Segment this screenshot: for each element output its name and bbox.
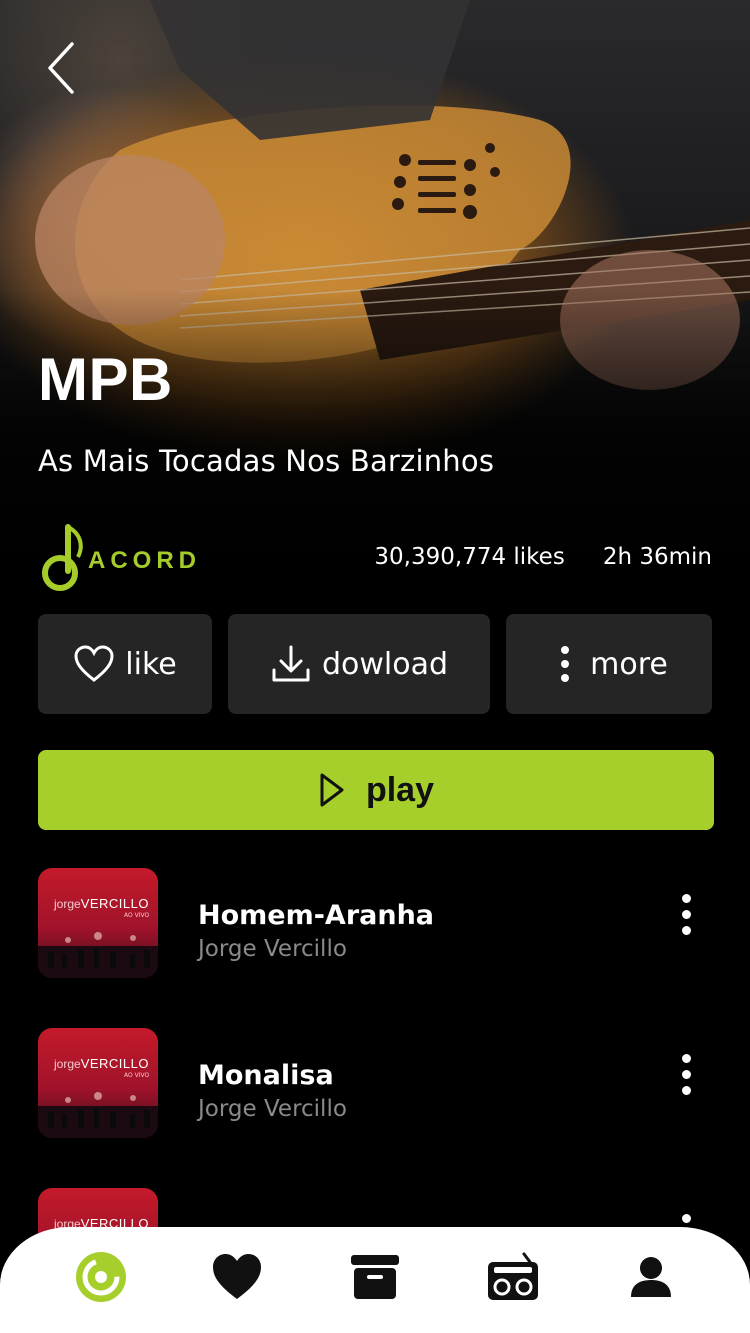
more-vertical-icon <box>674 1054 698 1095</box>
track-title: Homem-Aranha <box>198 900 435 931</box>
more-button[interactable]: more <box>506 614 712 714</box>
cover-title: jorgeVERCILLO <box>54 896 149 911</box>
chevron-left-icon <box>48 42 74 94</box>
archive-icon <box>351 1255 399 1299</box>
album-cover: jorgeVERCILLO AO VIVO <box>38 868 158 978</box>
brand-logo: ACORD <box>38 522 201 594</box>
track-menu-button[interactable] <box>674 1054 698 1102</box>
likes-count: 30,390,774 likes <box>374 544 565 570</box>
play-label: play <box>365 770 435 809</box>
track-row[interactable]: jorgeVERCILLO AO VIVO Homem-Aranha Jorge… <box>38 868 714 978</box>
heart-icon <box>213 1254 261 1299</box>
play-icon <box>320 773 344 807</box>
concert-artwork <box>38 932 158 978</box>
tab-profile[interactable] <box>621 1247 681 1307</box>
cover-subtitle: AO VIVO <box>124 1072 150 1079</box>
track-row[interactable]: jorgeVERCILLO AO VIVO Monalisa Jorge Ver… <box>38 1028 714 1138</box>
more-label: more <box>590 646 668 682</box>
more-vertical-icon <box>561 646 570 682</box>
brand-name: ACORD <box>88 547 201 574</box>
download-button[interactable]: dowload <box>228 614 490 714</box>
track-artist: Jorge Vercillo <box>198 1096 347 1122</box>
playlist-stats: 30,390,774 likes 2h 36min <box>374 544 712 570</box>
tab-library[interactable] <box>345 1247 405 1307</box>
tab-radio[interactable] <box>483 1247 543 1307</box>
more-vertical-icon <box>674 894 698 935</box>
download-label: dowload <box>321 646 449 682</box>
album-cover: jorgeVERCILLO AO VIVO <box>38 1028 158 1138</box>
duration: 2h 36min <box>602 544 712 570</box>
heart-outline-icon <box>74 645 114 682</box>
track-title: Monalisa <box>198 1060 334 1091</box>
action-row: like dowload more <box>38 614 712 714</box>
track-artist: Jorge Vercillo <box>198 936 347 962</box>
tab-favorites[interactable] <box>207 1247 267 1307</box>
concert-artwork <box>38 1092 158 1138</box>
like-label: like <box>125 646 177 682</box>
cover-subtitle: AO VIVO <box>124 912 150 919</box>
radio-icon <box>488 1252 538 1300</box>
like-button[interactable]: like <box>38 614 212 714</box>
playlist-title: MPB <box>38 346 173 413</box>
bottom-tab-bar <box>0 1227 750 1333</box>
playlist-subtitle: As Mais Tocadas Nos Barzinhos <box>38 444 495 478</box>
cover-title: jorgeVERCILLO <box>54 1056 149 1071</box>
disc-icon <box>76 1252 126 1302</box>
track-menu-button[interactable] <box>674 894 698 942</box>
note-logo-icon <box>42 524 83 591</box>
back-button[interactable] <box>42 40 82 96</box>
tab-discover[interactable] <box>71 1247 131 1307</box>
user-icon <box>631 1257 671 1297</box>
download-icon <box>272 645 310 682</box>
play-button[interactable]: play <box>38 750 714 830</box>
